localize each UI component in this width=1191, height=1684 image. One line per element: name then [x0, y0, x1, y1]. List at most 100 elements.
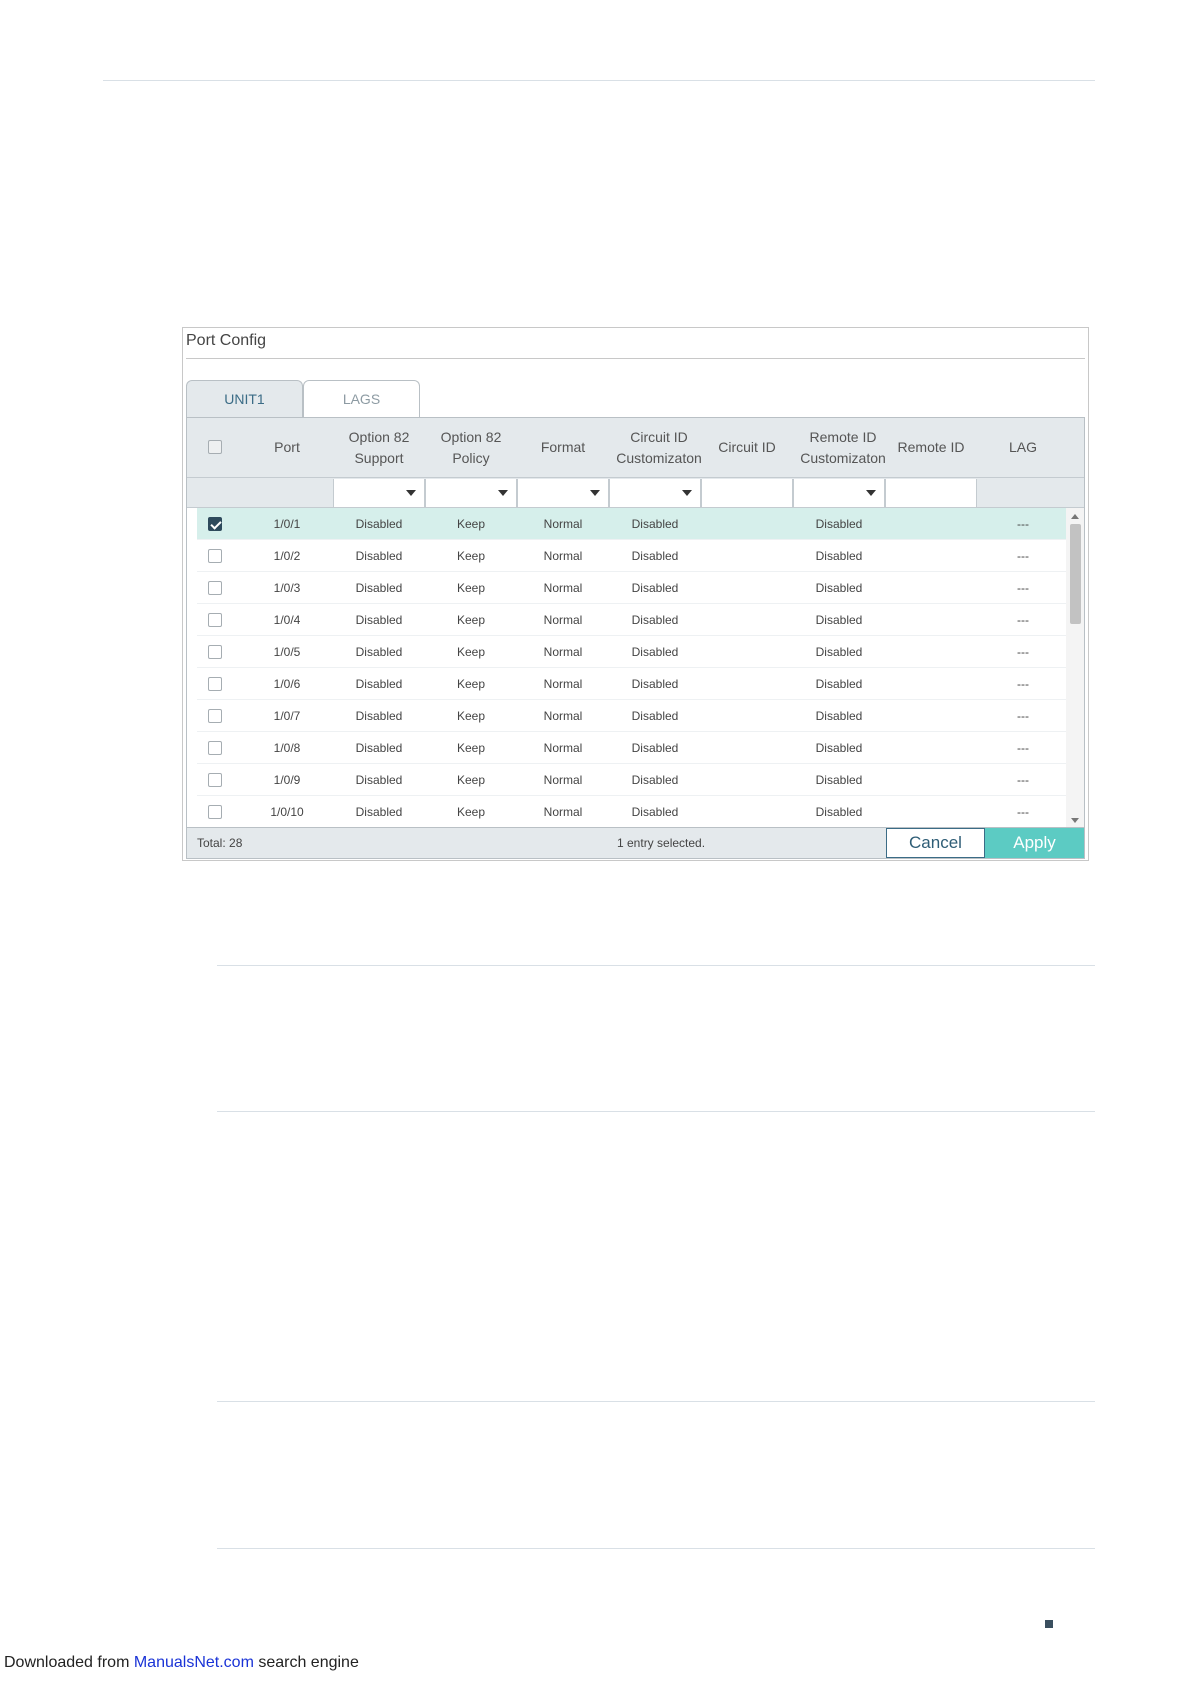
- apply-button[interactable]: Apply: [985, 828, 1084, 858]
- footer-prefix: Downloaded from: [4, 1654, 134, 1671]
- cell-remote-cust: Disabled: [815, 645, 863, 659]
- row-checkbox[interactable]: [208, 773, 222, 787]
- row-checkbox[interactable]: [208, 549, 222, 563]
- cell-format: Normal: [543, 741, 583, 755]
- cell-remote-cust: Disabled: [815, 549, 863, 563]
- cell-support: Disabled: [355, 549, 403, 563]
- row-checkbox[interactable]: [208, 645, 222, 659]
- cell-port: 1/0/1: [273, 517, 301, 531]
- rule-3: [217, 1401, 1095, 1402]
- col-option82-support: Option 82 Support: [348, 428, 410, 466]
- cell-policy: Keep: [456, 645, 486, 659]
- cell-policy: Keep: [456, 581, 486, 595]
- row-checkbox[interactable]: [208, 613, 222, 627]
- cell-circuit-id: [701, 572, 793, 604]
- panel-title: Port Config: [186, 332, 267, 349]
- cell-circuit-id: [701, 604, 793, 636]
- cell-support: Disabled: [355, 741, 403, 755]
- row-checkbox[interactable]: [208, 581, 222, 595]
- page-marker: [1045, 1620, 1053, 1628]
- cell-remote-id: [885, 668, 977, 700]
- cell-circuit-cust: Disabled: [631, 709, 679, 723]
- cell-lag: ---: [1017, 741, 1029, 755]
- table-row[interactable]: 1/0/10 Disabled Keep Normal Disabled Disabled…: [197, 796, 1066, 828]
- cell-remote-cust: Disabled: [815, 517, 863, 531]
- cell-remote-id: [885, 700, 977, 732]
- format-filter-select[interactable]: [517, 479, 609, 507]
- cell-policy: Keep: [456, 773, 486, 787]
- cell-circuit-cust: Disabled: [631, 517, 679, 531]
- cell-lag: ---: [1017, 581, 1029, 595]
- cell-format: Normal: [543, 645, 583, 659]
- tab-lags[interactable]: LAGS: [303, 380, 420, 418]
- remote-cust-filter-select[interactable]: [793, 479, 885, 507]
- scroll-up-icon[interactable]: [1071, 514, 1079, 519]
- cell-support: Disabled: [355, 677, 403, 691]
- cell-circuit-id: [701, 668, 793, 700]
- rule-4: [217, 1548, 1095, 1549]
- cell-support: Disabled: [355, 517, 403, 531]
- circuit-id-filter-input[interactable]: [701, 479, 793, 507]
- table-scrollbar[interactable]: [1066, 508, 1084, 829]
- col-lag: LAG: [1008, 439, 1037, 455]
- row-checkbox[interactable]: [208, 517, 222, 531]
- table-row[interactable]: 1/0/2 Disabled Keep Normal Disabled Disabled -…: [197, 540, 1066, 572]
- cell-remote-cust: Disabled: [815, 805, 863, 819]
- row-checkbox[interactable]: [208, 741, 222, 755]
- cell-policy: Keep: [456, 613, 486, 627]
- select-all-checkbox[interactable]: [208, 440, 222, 454]
- table-row[interactable]: 1/0/8 Disabled Keep Normal Disabled Disabled -…: [197, 732, 1066, 764]
- cell-circuit-cust: Disabled: [631, 549, 679, 563]
- cell-circuit-cust: Disabled: [631, 581, 679, 595]
- row-checkbox[interactable]: [208, 677, 222, 691]
- cell-remote-id: [885, 796, 977, 828]
- support-filter-select[interactable]: [333, 479, 425, 507]
- table-row[interactable]: 1/0/5 Disabled Keep Normal Disabled Disabled -…: [197, 636, 1066, 668]
- cell-support: Disabled: [355, 773, 403, 787]
- table-footer: Total: 28 1 entry selected. Cancel Apply: [187, 827, 1084, 858]
- table-row[interactable]: 1/0/6 Disabled Keep Normal Disabled Disabled -…: [197, 668, 1066, 700]
- cell-circuit-cust: Disabled: [631, 773, 679, 787]
- table-row[interactable]: 1/0/9 Disabled Keep Normal Disabled Disabled -…: [197, 764, 1066, 796]
- col-format: Format: [540, 439, 586, 455]
- policy-filter-select[interactable]: [425, 479, 517, 507]
- panel-title-divider: [186, 358, 1085, 359]
- cell-circuit-id: [701, 508, 793, 540]
- chevron-down-icon: [682, 490, 692, 496]
- cell-policy: Keep: [456, 709, 486, 723]
- cell-format: Normal: [543, 773, 583, 787]
- table-row[interactable]: 1/0/1 Disabled Keep Normal Disabled Disabled -…: [197, 508, 1066, 540]
- port-table: Port Option 82 Support Option 82 Policy …: [186, 417, 1085, 859]
- cell-circuit-id: [701, 764, 793, 796]
- row-checkbox[interactable]: [208, 709, 222, 723]
- cell-lag: ---: [1017, 709, 1029, 723]
- table-row[interactable]: 1/0/4 Disabled Keep Normal Disabled Disabled -…: [197, 604, 1066, 636]
- circuit-cust-filter-select[interactable]: [609, 479, 701, 507]
- cell-remote-cust: Disabled: [815, 773, 863, 787]
- cell-circuit-cust: Disabled: [631, 613, 679, 627]
- manualsnet-link[interactable]: ManualsNet.com: [134, 1654, 254, 1671]
- remote-id-filter-input[interactable]: [885, 479, 977, 507]
- cell-port: 1/0/10: [270, 805, 304, 819]
- scroll-down-icon[interactable]: [1071, 818, 1079, 823]
- cell-port: 1/0/7: [273, 709, 301, 723]
- cell-remote-cust: Disabled: [815, 741, 863, 755]
- cell-policy: Keep: [456, 741, 486, 755]
- row-checkbox[interactable]: [208, 805, 222, 819]
- cell-circuit-id: [701, 796, 793, 828]
- cell-circuit-id: [701, 540, 793, 572]
- cell-lag: ---: [1017, 549, 1029, 563]
- cell-circuit-id: [701, 732, 793, 764]
- col-option82-policy: Option 82 Policy: [440, 428, 502, 466]
- scroll-thumb[interactable]: [1070, 524, 1081, 624]
- rule-1: [217, 965, 1095, 966]
- table-row[interactable]: 1/0/3 Disabled Keep Normal Disabled Disabled -…: [197, 572, 1066, 604]
- total-count: Total: 28: [197, 836, 243, 850]
- cell-format: Normal: [543, 805, 583, 819]
- tab-unit1[interactable]: UNIT1: [186, 380, 303, 418]
- cancel-button[interactable]: Cancel: [886, 828, 985, 858]
- cell-port: 1/0/9: [273, 773, 301, 787]
- top-rule: [103, 80, 1095, 81]
- table-row[interactable]: 1/0/7 Disabled Keep Normal Disabled Disabled -…: [197, 700, 1066, 732]
- rule-2: [217, 1111, 1095, 1112]
